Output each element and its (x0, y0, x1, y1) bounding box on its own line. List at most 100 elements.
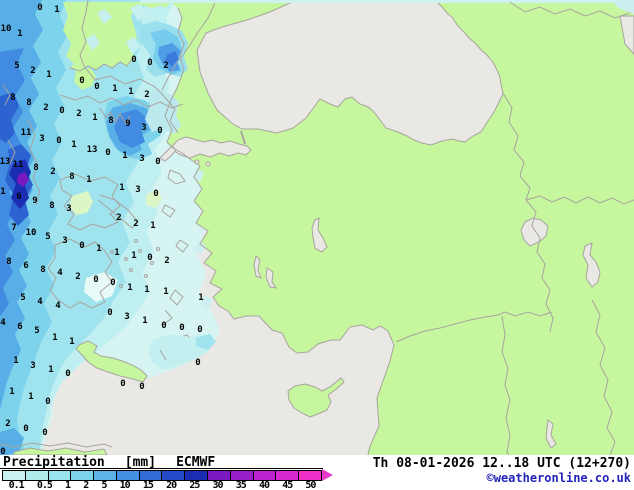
precip-value: 1 (131, 251, 136, 261)
precip-value: 3 (141, 123, 146, 133)
legend-label: 50 (305, 480, 316, 490)
precip-value: 1 (119, 183, 124, 193)
precip-value: 2 (5, 419, 10, 429)
precip-value: 4 (57, 268, 63, 278)
precip-value: 2 (43, 103, 48, 113)
precip-value: 0 (155, 157, 160, 167)
precip-value: 1 (28, 392, 33, 402)
precip-value: 0 (0, 447, 5, 455)
precip-value: 0 (56, 136, 61, 146)
precip-value: 5 (14, 61, 19, 71)
precip-value: 9 (32, 196, 37, 206)
precip-value: 2 (75, 272, 80, 282)
precip-value: 0 (147, 58, 152, 68)
precip-value: 5 (45, 232, 50, 242)
precip-value: 5 (34, 326, 39, 336)
precip-value: 9 (125, 119, 130, 129)
legend-cell (276, 471, 300, 480)
precip-value: 13 (0, 157, 10, 167)
precip-value: 8 (26, 98, 31, 108)
precip-value: 5 (20, 293, 25, 303)
precip-value: 0 (37, 3, 42, 13)
precip-value: 2 (133, 219, 138, 229)
precip-value: 6 (16, 192, 21, 202)
precip-value: 1 (122, 151, 127, 161)
precip-value: 0 (153, 189, 158, 199)
precip-value: 1 (114, 248, 119, 258)
legend-label: 1 (65, 480, 71, 490)
precip-value: 3 (39, 134, 44, 144)
precip-value: 0 (79, 241, 84, 251)
precip-value: 0 (42, 428, 47, 438)
precip-value: 2 (76, 109, 81, 119)
precip-value: 3 (135, 185, 140, 195)
precip-value: 1 (13, 356, 18, 366)
precip-value: 1 (128, 87, 133, 97)
legend-label: 30 (212, 480, 224, 490)
precip-value: 8 (6, 257, 11, 267)
legend-label: 25 (189, 480, 200, 490)
precip-value: 0 (179, 323, 184, 333)
precip-value: 3 (62, 236, 67, 246)
legend-cell (185, 471, 209, 480)
precip-value: 1 (150, 221, 155, 231)
precip-value: 2 (50, 167, 55, 177)
precip-value: 10 (26, 228, 37, 238)
precip-value: 0 (195, 358, 200, 368)
legend-label: 15 (142, 480, 154, 490)
precip-value: 4 (37, 297, 43, 307)
legend-meta: Th 08-01-2026 12..18 UTC (12+270) ©weath… (373, 456, 631, 485)
precip-value: 3 (30, 361, 35, 371)
precip-value: 1 (96, 244, 101, 254)
precip-value: 3 (66, 204, 71, 214)
precip-value: 1 (92, 113, 97, 123)
precip-value: 0 (139, 382, 144, 392)
precip-value: 10 (1, 24, 12, 34)
precip-value: 0 (120, 379, 125, 389)
run-datetime: Th 08-01-2026 12..18 UTC (12+270) (372, 456, 631, 471)
precip-value: 0 (107, 308, 112, 318)
precip-value: 11 (21, 128, 32, 138)
precip-value: 2 (164, 256, 169, 266)
legend-label: 2 (83, 480, 89, 490)
precipitation-map: 0 1 10 1 5 2 1 0 0 2 0 0 1 1 2 8 8 2 0 2 1 8 9 3 0 11 3 0 1 13 0 1 3 0 13 1… (0, 0, 634, 455)
legend-label: 40 (258, 480, 270, 490)
precip-value: 1 (71, 140, 76, 150)
precip-value: 0 (23, 424, 28, 434)
legend-cell (162, 471, 186, 480)
precip-value: 2 (30, 66, 35, 76)
precip-value: 0 (197, 325, 202, 335)
precip-value: 1 (54, 5, 59, 15)
copyright-text: ©weatheronline.co.uk (486, 471, 632, 485)
precip-value: 8 (69, 172, 74, 182)
legend-cell (94, 471, 117, 480)
precip-value: 8 (108, 116, 113, 126)
legend-cell (116, 471, 140, 480)
precip-value: 1 (163, 287, 168, 297)
legend-label: 0.1 (8, 480, 25, 490)
precip-value: 0 (65, 369, 70, 379)
precip-value: 0 (105, 148, 110, 158)
legend-rule (0, 468, 323, 469)
legend-cell (253, 471, 277, 480)
precip-value: 2 (116, 213, 121, 223)
legend-cell (299, 471, 321, 480)
precip-value: 3 (124, 312, 129, 322)
precip-value: 7 (11, 223, 16, 233)
legend: Precipitation [mm] ECMWF 0.1 0.5 1 2 5 10 15 20… (0, 455, 634, 490)
precip-value: 1 (17, 29, 22, 39)
precip-value: 1 (127, 283, 132, 293)
precip-value: 0 (147, 253, 152, 263)
legend-label: 10 (119, 480, 131, 490)
precip-value: 0 (79, 76, 84, 86)
precip-value: 4 (55, 301, 61, 311)
legend-arrow-icon (322, 469, 333, 481)
legend-cell (139, 471, 163, 480)
legend-cell (71, 471, 95, 480)
precip-value: 1 (198, 293, 203, 303)
precip-value: 1 (0, 187, 5, 197)
precip-value: 1 (9, 387, 14, 397)
precip-value: 11 (13, 160, 24, 170)
precip-value: 1 (144, 285, 149, 295)
precip-value: 8 (40, 265, 45, 275)
